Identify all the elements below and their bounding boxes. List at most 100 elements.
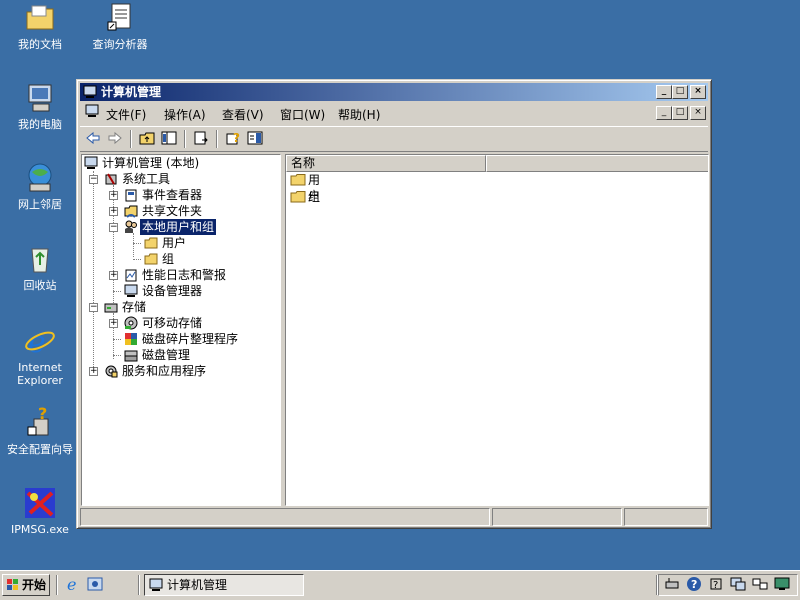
- status-cell-main: [80, 508, 490, 526]
- desktop-icon-my-computer[interactable]: 我的电脑: [0, 82, 80, 131]
- removable-storage-icon: [124, 316, 138, 330]
- connection-tray-icon[interactable]: [751, 576, 769, 594]
- menu-window[interactable]: 窗口(W): [280, 106, 325, 123]
- collapse-toggle[interactable]: −: [109, 223, 118, 232]
- child-window-icon[interactable]: [83, 104, 101, 122]
- computer-management-icon: [84, 156, 98, 170]
- forward-arrow-icon[interactable]: [106, 130, 124, 148]
- up-folder-icon[interactable]: [138, 130, 156, 148]
- disk-management-icon: [124, 348, 138, 362]
- help-icon[interactable]: ?: [224, 130, 242, 148]
- menu-view[interactable]: 查看(V): [222, 106, 264, 123]
- tree-item-label: 共享文件夹: [142, 204, 203, 218]
- task-label: 计算机管理: [167, 578, 228, 592]
- desktop-icon-recycle-bin[interactable]: 回收站: [0, 243, 80, 292]
- menu-action[interactable]: 操作(A): [164, 106, 206, 123]
- start-label: 开始: [22, 578, 47, 592]
- tree-item-label: 磁盘碎片整理程序: [142, 332, 239, 346]
- folder-icon: [144, 236, 158, 250]
- menu-help[interactable]: 帮助(H): [338, 106, 380, 123]
- status-cell-3: [624, 508, 708, 526]
- display-tray-icon[interactable]: [729, 576, 747, 594]
- network-tray-icon[interactable]: [663, 576, 681, 594]
- folder-icon: [290, 174, 306, 186]
- start-button[interactable]: 开始: [2, 574, 50, 596]
- back-arrow-icon[interactable]: [84, 130, 102, 148]
- taskbar-button-computer-management[interactable]: 计算机管理: [144, 574, 304, 596]
- audio-tray-icon[interactable]: ?: [707, 576, 725, 594]
- show-hide-tree-icon[interactable]: [160, 130, 178, 148]
- help-tray-icon[interactable]: ?: [685, 576, 703, 594]
- desktop-icon-network-places[interactable]: 网上邻居: [0, 162, 80, 211]
- desktop-icon-label: 网上邻居: [18, 198, 62, 211]
- event-viewer-icon: [124, 188, 138, 202]
- expand-toggle[interactable]: +: [109, 207, 118, 216]
- column-header-empty[interactable]: [486, 155, 708, 172]
- shared-folder-icon: [124, 204, 138, 218]
- tree-connector: [133, 233, 134, 257]
- desktop-icon-label: IPMSG.exe: [11, 523, 69, 536]
- desktop-icon-query-analyzer[interactable]: 查询分析器: [80, 2, 160, 51]
- recycle-bin-icon: [24, 243, 56, 275]
- child-restore-button[interactable]: □: [672, 106, 688, 120]
- tree-item-label: 设备管理器: [142, 284, 203, 298]
- network-places-icon: [24, 162, 56, 194]
- tree-connector: [113, 355, 121, 356]
- close-button[interactable]: ×: [690, 85, 706, 99]
- tree-item-label: 性能日志和警报: [142, 268, 227, 282]
- taskbar-separator: [138, 575, 140, 595]
- security-wizard-icon: ?: [24, 404, 56, 439]
- collapse-toggle[interactable]: −: [89, 303, 98, 312]
- monitor-tray-icon[interactable]: [773, 576, 791, 594]
- list-pane[interactable]: 名称 用户 组: [285, 154, 709, 506]
- internet-explorer-icon[interactable]: e: [64, 575, 82, 594]
- folder-icon: [290, 191, 306, 203]
- window-title-bar[interactable]: 计算机管理 _ □ ×: [80, 83, 708, 101]
- desktop-icon-ipmsg[interactable]: IPMSG.exe: [0, 487, 80, 536]
- properties-icon[interactable]: [246, 130, 264, 148]
- quick-launch-app-icon[interactable]: [86, 576, 104, 594]
- tree-item-label: 事件查看器: [142, 188, 203, 202]
- toolbar-separator: [130, 130, 132, 148]
- svg-text:?: ?: [38, 407, 47, 423]
- expand-toggle[interactable]: +: [109, 191, 118, 200]
- column-header-name[interactable]: 名称: [286, 155, 486, 172]
- desktop-icon-label: 我的电脑: [18, 118, 62, 131]
- tree-item-label: 磁盘管理: [142, 348, 191, 362]
- desktop-icon-security-wizard[interactable]: ? 安全配置向导: [0, 404, 80, 456]
- system-tray: ? ?: [658, 574, 798, 596]
- tree-item-label: 服务和应用程序: [122, 364, 207, 378]
- expand-toggle[interactable]: +: [89, 367, 98, 376]
- computer-management-icon: [83, 85, 97, 99]
- tree-pane[interactable]: 计算机管理 (本地) − 系统工具 + 事件查看器 + 共享文件夹 − 本地用户…: [81, 154, 281, 506]
- query-analyzer-icon: [104, 2, 136, 34]
- expand-toggle[interactable]: +: [109, 319, 118, 328]
- desktop-icon-my-documents[interactable]: 我的文档: [0, 2, 80, 51]
- status-cell-2: [492, 508, 622, 526]
- svg-text:?: ?: [233, 131, 240, 145]
- child-minimize-button[interactable]: _: [656, 106, 672, 120]
- desktop-icon-label: Internet Explorer: [17, 361, 63, 387]
- desktop-icon-label: 我的文档: [18, 38, 62, 51]
- my-documents-folder-icon: [24, 2, 56, 34]
- internet-explorer-icon: e: [24, 325, 56, 360]
- child-close-button[interactable]: ×: [690, 106, 706, 120]
- minimize-button[interactable]: _: [656, 85, 672, 99]
- tree-connector: [113, 339, 121, 340]
- desktop-icon-internet-explorer[interactable]: e Internet Explorer: [0, 325, 80, 387]
- export-list-icon[interactable]: [192, 130, 210, 148]
- collapse-toggle[interactable]: −: [89, 175, 98, 184]
- computer-management-window[interactable]: 计算机管理 _ □ × 文件(F) 操作(A) 查看(V) 窗口(W) 帮助(H…: [76, 79, 712, 529]
- expand-toggle[interactable]: +: [109, 271, 118, 280]
- maximize-button[interactable]: □: [672, 85, 688, 99]
- tree-connector: [93, 171, 94, 369]
- window-title: 计算机管理: [101, 85, 162, 99]
- folder-icon: [144, 252, 158, 266]
- tree-item-label: 系统工具: [122, 172, 171, 186]
- tree-connector: [113, 185, 114, 303]
- tree-item-label: 用户: [162, 236, 187, 250]
- tree-connector: [113, 291, 121, 292]
- my-computer-icon: [24, 82, 56, 114]
- desktop-icon-label: 查询分析器: [92, 38, 148, 51]
- menu-file[interactable]: 文件(F): [106, 106, 146, 123]
